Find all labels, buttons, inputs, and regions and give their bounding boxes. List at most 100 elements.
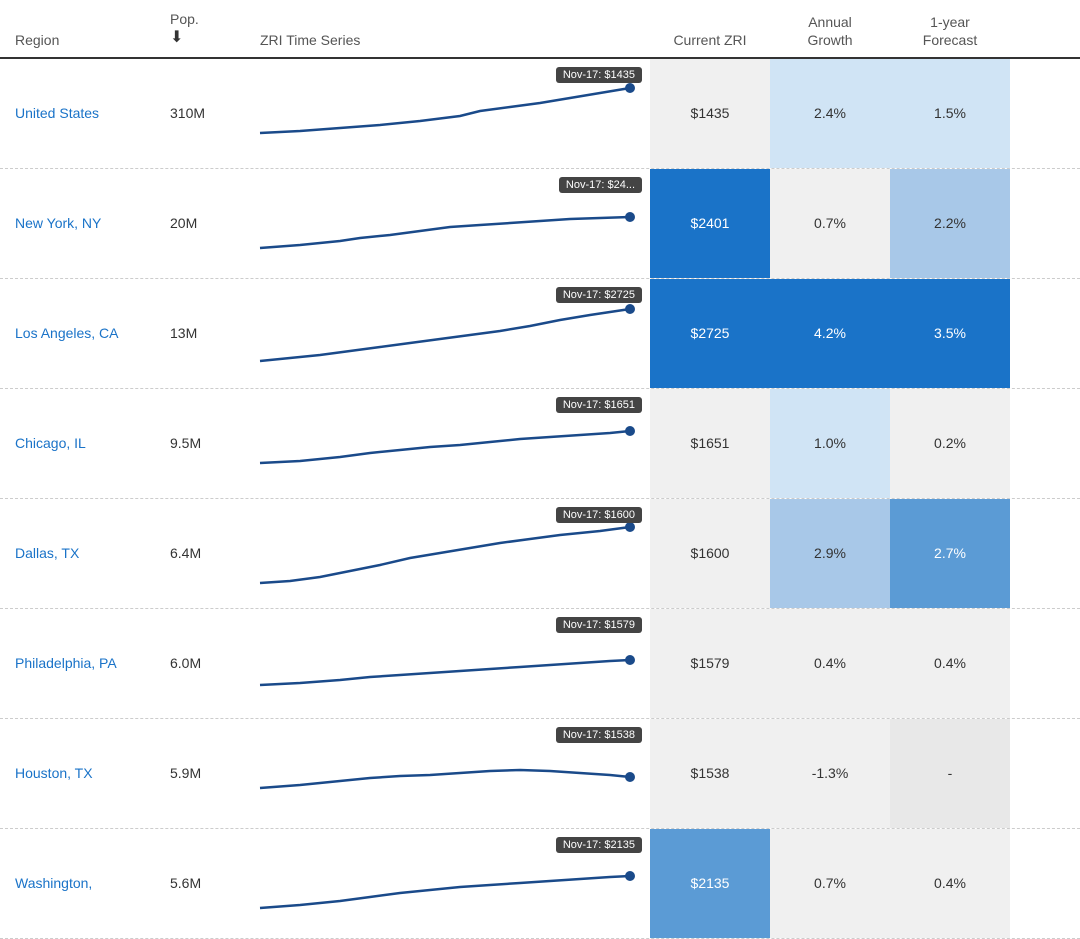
header-forecast: 1-year Forecast — [890, 13, 1010, 49]
header-forecast-label1: 1-year — [930, 14, 970, 30]
pop-cell: 20M — [170, 169, 260, 278]
table-row: Chicago, IL9.5MNov-17: $1651$16511.0%0.2… — [0, 389, 1080, 499]
rows-container: United States 310M Nov-17: $1435 $14352.4% 1… — [0, 59, 1080, 939]
region-name: United States — [15, 104, 99, 124]
chart-tooltip: Nov-17: $24... — [559, 177, 642, 193]
sparkline-chart — [260, 403, 630, 483]
sparkline-dot — [625, 655, 635, 665]
chart-cell: Nov-17: $2135 — [260, 829, 650, 938]
region-cell[interactable]: New York, NY — [0, 169, 170, 278]
sparkline-line — [260, 660, 630, 685]
chart-tooltip: Nov-17: $1538 — [556, 727, 642, 743]
region-cell[interactable]: Los Angeles, CA — [0, 279, 170, 388]
annual-growth-cell: 2.4% — [770, 59, 890, 168]
chart-cell: Nov-17: $1600 — [260, 499, 650, 608]
table-row: New York, NY 20M Nov-17: $24... $24010.7%2.… — [0, 169, 1080, 279]
chart-tooltip: Nov-17: $2725 — [556, 287, 642, 303]
main-table: Region Pop. ⬇ ZRI Time Series Current ZR… — [0, 0, 1080, 939]
sparkline-chart — [260, 843, 630, 923]
chart-tooltip: Nov-17: $1651 — [556, 397, 642, 413]
table-row: United States310MNov-17: $1435$14352.4%1… — [0, 59, 1080, 169]
region-cell[interactable]: United States — [0, 59, 170, 168]
region-cell[interactable]: Chicago, IL — [0, 389, 170, 498]
annual-growth-cell: 0.4% — [770, 609, 890, 718]
sparkline-line — [260, 527, 630, 583]
sparkline-chart — [260, 733, 630, 813]
current-zri-cell: $1579 — [650, 609, 770, 718]
table-row: Philadelphia, PA6.0MNov-17: $1579$15790.… — [0, 609, 1080, 719]
chart-tooltip: Nov-17: $1435 — [556, 67, 642, 83]
header-pop-label: Pop. — [170, 10, 199, 28]
chart-cell: Nov-17: $1435 — [260, 59, 650, 168]
chart-cell: Nov-17: $1538 — [260, 719, 650, 828]
forecast-cell: 0.2% — [890, 389, 1010, 498]
sparkline-chart — [260, 293, 630, 373]
forecast-cell: - — [890, 719, 1010, 828]
forecast-cell: 2.7% — [890, 499, 1010, 608]
region-name: Los Angeles, CA — [15, 324, 119, 344]
table-row: Los Angeles, CA13MNov-17: $2725$27254.2%… — [0, 279, 1080, 389]
current-zri-cell: $1538 — [650, 719, 770, 828]
chart-tooltip: Nov-17: $1600 — [556, 507, 642, 523]
sparkline-dot — [625, 212, 635, 222]
sparkline-dot — [625, 304, 635, 314]
region-cell[interactable]: Dallas, TX — [0, 499, 170, 608]
pop-cell: 6.4M — [170, 499, 260, 608]
pop-cell: 5.6M — [170, 829, 260, 938]
region-cell[interactable]: Houston, TX — [0, 719, 170, 828]
region-cell[interactable]: Philadelphia, PA — [0, 609, 170, 718]
annual-growth-cell: 1.0% — [770, 389, 890, 498]
chart-tooltip: Nov-17: $2135 — [556, 837, 642, 853]
chart-cell: Nov-17: $2725 — [260, 279, 650, 388]
header-region: Region — [0, 31, 170, 49]
table-row: Houston, TX 5.9M Nov-17: $1538 $1538-1.3%- — [0, 719, 1080, 829]
header-current-zri: Current ZRI — [650, 31, 770, 49]
current-zri-cell: $2401 — [650, 169, 770, 278]
sparkline-dot — [625, 83, 635, 93]
sparkline-chart — [260, 513, 630, 593]
region-name: New York, NY — [15, 214, 101, 234]
header-zri-label: Current ZRI — [673, 32, 746, 48]
region-name: Dallas, TX — [15, 544, 79, 564]
sparkline-dot — [625, 871, 635, 881]
sort-icon[interactable]: ⬇ — [170, 28, 183, 49]
annual-growth-cell: 0.7% — [770, 829, 890, 938]
header-growth-label1: Annual — [808, 14, 852, 30]
current-zri-cell: $1600 — [650, 499, 770, 608]
table-row: Washington,5.6M Nov-17: $2135 $21350.7%0.4… — [0, 829, 1080, 939]
current-zri-cell: $2725 — [650, 279, 770, 388]
forecast-cell: 3.5% — [890, 279, 1010, 388]
sparkline-line — [260, 88, 630, 133]
current-zri-cell: $1435 — [650, 59, 770, 168]
sparkline-chart — [260, 183, 630, 263]
header-annual-growth: Annual Growth — [770, 13, 890, 49]
sparkline-line — [260, 770, 630, 788]
region-name: Houston, TX — [15, 764, 93, 784]
forecast-cell: 2.2% — [890, 169, 1010, 278]
annual-growth-cell: 2.9% — [770, 499, 890, 608]
header-pop[interactable]: Pop. ⬇ — [170, 10, 260, 49]
chart-cell: Nov-17: $24... — [260, 169, 650, 278]
pop-cell: 5.9M — [170, 719, 260, 828]
header-growth-label2: Growth — [807, 32, 852, 48]
sparkline-line — [260, 876, 630, 908]
sparkline-dot — [625, 522, 635, 532]
forecast-cell: 0.4% — [890, 829, 1010, 938]
sparkline-line — [260, 309, 630, 361]
sparkline-chart — [260, 623, 630, 703]
annual-growth-cell: -1.3% — [770, 719, 890, 828]
sparkline-chart — [260, 73, 630, 153]
region-name: Philadelphia, PA — [15, 654, 117, 674]
pop-cell: 9.5M — [170, 389, 260, 498]
pop-cell: 310M — [170, 59, 260, 168]
sparkline-dot — [625, 426, 635, 436]
current-zri-cell: $2135 — [650, 829, 770, 938]
annual-growth-cell: 0.7% — [770, 169, 890, 278]
header-chart-label: ZRI Time Series — [260, 32, 360, 48]
header-region-label: Region — [15, 32, 59, 48]
header-chart: ZRI Time Series — [260, 31, 650, 49]
table-row: Dallas, TX 6.4M Nov-17: $1600 $16002.9%2.7% — [0, 499, 1080, 609]
sparkline-dot — [625, 772, 635, 782]
forecast-cell: 0.4% — [890, 609, 1010, 718]
region-cell[interactable]: Washington, — [0, 829, 170, 938]
